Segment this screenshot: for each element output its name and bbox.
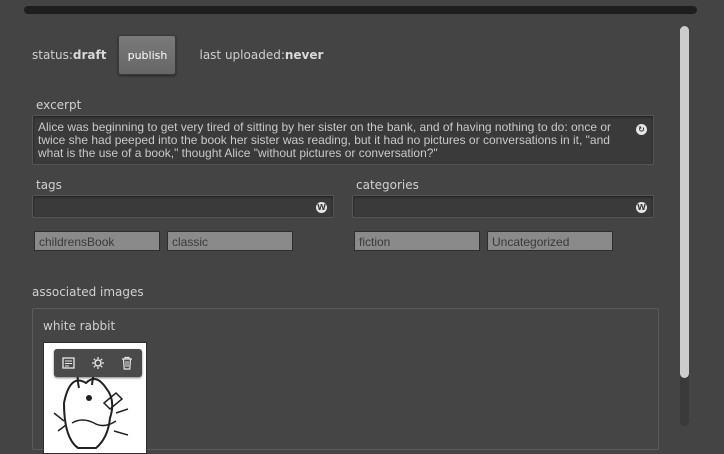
tags-input[interactable]: W — [32, 195, 334, 218]
image-title: white rabbit — [43, 319, 116, 333]
associated-images-label: associated images — [32, 285, 144, 299]
wordpress-icon: W — [316, 202, 327, 213]
status-row: status: draft publish last uploaded: nev… — [32, 35, 323, 75]
status-value: draft — [72, 48, 107, 62]
wordpress-icon: W — [636, 202, 647, 213]
status-label: status: — [32, 48, 73, 62]
excerpt-text[interactable]: Alice was beginning to get very tired of… — [38, 121, 623, 160]
excerpt-label: excerpt — [36, 98, 82, 112]
category-chip[interactable]: fiction — [354, 231, 480, 251]
publish-button[interactable]: publish — [118, 35, 177, 75]
settings-icon[interactable] — [90, 355, 106, 371]
top-bar — [24, 6, 697, 14]
image-toolbar — [54, 349, 142, 377]
associated-images-panel: white rabbit — [32, 308, 659, 454]
image-thumbnail[interactable] — [43, 342, 147, 454]
tag-chip[interactable]: classic — [167, 231, 293, 251]
tags-label: tags — [36, 178, 62, 192]
categories-label: categories — [356, 178, 419, 192]
trash-icon[interactable] — [119, 355, 135, 371]
edit-icon[interactable] — [61, 355, 77, 371]
tag-chip[interactable]: childrensBook — [34, 231, 160, 251]
category-chip[interactable]: Uncategorized — [487, 231, 613, 251]
last-uploaded-label: last uploaded: — [199, 48, 285, 62]
refresh-icon[interactable]: ↻ — [636, 124, 647, 135]
excerpt-field[interactable]: Alice was beginning to get very tired of… — [32, 115, 654, 165]
categories-input[interactable]: W — [352, 195, 654, 218]
last-uploaded-value: never — [284, 48, 324, 62]
scrollbar-thumb[interactable] — [680, 26, 689, 378]
